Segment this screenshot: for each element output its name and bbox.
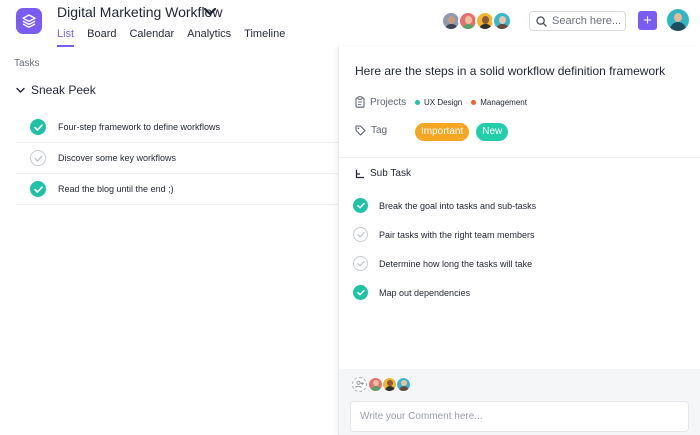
subtask-checkbox[interactable] — [353, 227, 368, 242]
avatar[interactable] — [382, 377, 397, 392]
tag-new[interactable]: New — [476, 123, 509, 141]
tab-board[interactable]: Board — [87, 28, 116, 47]
project-title[interactable]: Digital Marketing Workflow — [57, 4, 222, 20]
tasks-label: Tasks — [14, 58, 40, 69]
subtask-list: Break the goal into tasks and sub-tasks … — [353, 191, 536, 307]
search-input[interactable] — [552, 15, 622, 27]
subtask-row[interactable]: Pair tasks with the right team members — [353, 220, 536, 249]
search-box[interactable] — [529, 11, 626, 31]
task-row[interactable]: Read the blog until the end ;) — [16, 174, 338, 205]
section-title: Sneak Peek — [31, 83, 96, 97]
subtask-checkbox[interactable] — [353, 256, 368, 271]
subtask-label: Sub Task — [370, 168, 411, 179]
comment-input[interactable] — [350, 401, 689, 432]
task-checkbox[interactable] — [30, 181, 46, 197]
task-detail-panel: Here are the steps in a solid workflow d… — [338, 47, 700, 435]
user-avatar[interactable] — [667, 9, 689, 31]
tab-list[interactable]: List — [57, 28, 75, 47]
subtask-checkbox[interactable] — [353, 198, 368, 213]
check-icon — [356, 289, 365, 296]
section-header-sneak-peek[interactable]: Sneak Peek — [16, 83, 96, 97]
task-list-panel: Tasks Sneak Peek Four-step framework to … — [0, 47, 338, 435]
task-list: Four-step framework to define workflows … — [16, 112, 338, 205]
tag-important[interactable]: Important — [415, 123, 470, 141]
tab-analytics[interactable]: Analytics — [187, 28, 231, 47]
subtask-title[interactable]: Break the goal into tasks and sub-tasks — [379, 201, 536, 211]
project-chips: UX Design Management — [415, 98, 536, 107]
chevron-down-icon[interactable] — [203, 7, 217, 17]
tab-timeline[interactable]: Timeline — [244, 28, 285, 47]
team-avatars[interactable] — [441, 11, 512, 31]
task-checkbox[interactable] — [30, 119, 46, 135]
task-row[interactable]: Discover some key workflows — [16, 143, 338, 174]
search-icon — [536, 15, 547, 27]
subtask-title[interactable]: Pair tasks with the right team members — [379, 230, 535, 240]
task-title[interactable]: Discover some key workflows — [58, 153, 176, 163]
tag-row: Tag — [355, 125, 387, 136]
check-icon — [356, 260, 365, 267]
project-chip[interactable]: Management — [471, 98, 527, 107]
task-title[interactable]: Read the blog until the end ;) — [58, 184, 174, 194]
comment-area — [339, 369, 700, 435]
subtask-header: Sub Task — [355, 168, 411, 179]
tag-list: Important New — [415, 123, 515, 141]
check-icon — [33, 123, 43, 131]
subtask-row[interactable]: Map out dependencies — [353, 278, 536, 307]
check-icon — [356, 202, 365, 209]
project-color-dot — [471, 100, 477, 105]
task-detail-title[interactable]: Here are the steps in a solid workflow d… — [355, 64, 665, 78]
comment-participants — [352, 377, 411, 392]
task-row[interactable]: Four-step framework to define workflows — [16, 112, 338, 143]
top-header: Digital Marketing Workflow List Board Ca… — [0, 0, 700, 47]
check-icon — [33, 185, 43, 193]
avatar[interactable] — [396, 377, 411, 392]
tag-label: Tag — [371, 125, 388, 136]
project-color-dot — [415, 100, 420, 105]
task-checkbox[interactable] — [30, 150, 46, 166]
project-name: UX Design — [424, 98, 463, 107]
subtask-row[interactable]: Break the goal into tasks and sub-tasks — [353, 191, 536, 220]
tag-icon — [355, 125, 366, 136]
project-name: Management — [480, 98, 527, 107]
subtask-title[interactable]: Determine how long the tasks will take — [379, 259, 532, 269]
projects-label: Projects — [370, 96, 407, 108]
clipboard-icon — [355, 96, 365, 108]
divider — [339, 157, 700, 158]
check-icon — [356, 231, 365, 238]
subtask-checkbox[interactable] — [353, 285, 368, 300]
add-button[interactable]: + — [638, 11, 657, 30]
avatar[interactable] — [492, 11, 512, 31]
add-assignee-button[interactable] — [352, 377, 367, 392]
view-tabs: List Board Calendar Analytics Timeline — [57, 28, 298, 47]
tab-calendar[interactable]: Calendar — [129, 28, 174, 47]
avatar[interactable] — [368, 377, 383, 392]
subtask-row[interactable]: Determine how long the tasks will take — [353, 249, 536, 278]
project-chip[interactable]: UX Design — [415, 98, 462, 107]
task-title[interactable]: Four-step framework to define workflows — [58, 122, 220, 132]
app-logo-icon[interactable] — [16, 8, 42, 34]
chevron-down-icon[interactable] — [16, 87, 25, 94]
subtask-icon — [355, 169, 364, 178]
projects-row: Projects — [355, 96, 406, 108]
subtask-title[interactable]: Map out dependencies — [379, 288, 470, 298]
check-icon — [33, 155, 43, 162]
add-user-icon — [355, 380, 364, 389]
